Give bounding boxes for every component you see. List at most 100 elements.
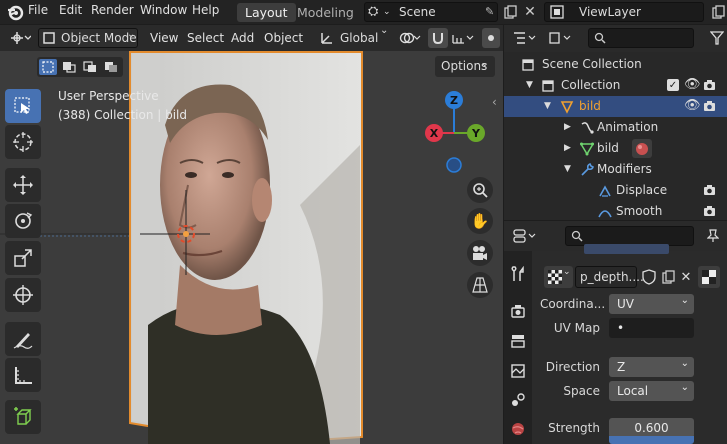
menu-view[interactable]: View (150, 28, 178, 48)
mesh-data-icon (579, 141, 595, 156)
menu-add[interactable]: Add (231, 28, 254, 48)
outliner-row-bild-object[interactable]: ▼ bild 👁 (504, 96, 727, 117)
direction-dropdown[interactable]: Z ⌄ (609, 357, 694, 377)
expand-arrow-icon[interactable]: ▼ (564, 159, 571, 180)
texture-name-field[interactable]: p_depth.... (575, 266, 644, 288)
menu-select[interactable]: Select (187, 28, 224, 48)
select-subtract-icon[interactable] (81, 59, 99, 75)
fake-user-shield-icon[interactable] (640, 268, 658, 286)
outliner-row-bild-mesh[interactable]: ▶ bild (504, 138, 727, 159)
render-tab-icon[interactable] (507, 300, 529, 322)
delete-scene-icon[interactable]: ✕ (521, 2, 539, 22)
world-tab-icon[interactable] (507, 418, 529, 440)
blender-logo-icon[interactable] (5, 2, 25, 22)
menu-help[interactable]: Help (192, 3, 219, 17)
cursor-tool[interactable] (5, 125, 41, 159)
select-extend-icon[interactable] (60, 59, 78, 75)
output-tab-icon[interactable] (507, 330, 529, 352)
scale-tool[interactable] (5, 241, 41, 275)
proportional-edit-icon[interactable] (482, 28, 500, 48)
new-scene-icon[interactable] (501, 2, 519, 22)
scene-selector[interactable]: ⛭ ⌄ Scene ✎ (364, 2, 498, 22)
zoom-icon[interactable] (467, 177, 493, 203)
gizmo-y-axis[interactable]: Y (467, 124, 485, 142)
strength-slider[interactable]: 0.600 (609, 418, 694, 438)
move-tool[interactable] (5, 168, 41, 202)
measure-tool[interactable] (5, 358, 41, 392)
texture-browse-button[interactable]: ⌄ (544, 266, 573, 288)
duplicate-texture-icon[interactable] (659, 268, 677, 286)
outliner-row-displace[interactable]: Displace (504, 180, 727, 201)
add-cube-tool[interactable] (5, 400, 41, 434)
collapse-arrow-icon[interactable]: ▶ (564, 117, 571, 138)
properties-editor-type-icon[interactable] (510, 226, 540, 246)
tab-layout[interactable]: Layout (237, 3, 296, 22)
perspective-toggle-icon[interactable] (467, 272, 493, 298)
camera-render-icon[interactable] (702, 204, 716, 218)
transform-orientation-selector[interactable]: Global ⌄ (318, 25, 390, 48)
pan-hand-icon[interactable]: ✋ (467, 208, 493, 234)
outliner-row-smooth[interactable]: Smooth (504, 201, 727, 222)
options-button[interactable]: Options ⌄ (435, 56, 495, 77)
outliner-row-collection[interactable]: ▼ Collection ✓ 👁 (504, 75, 727, 96)
chevron-down-icon: ⌄ (480, 58, 489, 69)
orientation-icon (318, 30, 336, 46)
expand-arrow-icon[interactable]: ▼ (526, 75, 533, 96)
menu-edit[interactable]: Edit (59, 3, 82, 17)
select-new-icon[interactable] (39, 59, 57, 75)
uv-map-field[interactable]: • (609, 318, 694, 338)
outliner-label: bild (579, 99, 601, 113)
select-box-tool[interactable] (5, 89, 41, 123)
snap-target-icon[interactable] (450, 28, 476, 48)
outliner-row-modifiers[interactable]: ▼ Modifiers (504, 159, 727, 180)
scene-tab-icon[interactable] (507, 389, 529, 411)
annotate-tool[interactable] (5, 322, 41, 356)
chevron-down-icon: ⌄ (563, 267, 571, 277)
sidebar-toggle-icon[interactable]: ‹ (492, 95, 497, 109)
gizmo-negative-z[interactable] (446, 157, 462, 173)
camera-render-icon[interactable] (702, 99, 716, 113)
expand-arrow-icon[interactable]: ▼ (544, 96, 551, 117)
properties-search-input[interactable] (565, 226, 694, 246)
menu-file[interactable]: File (28, 3, 48, 17)
space-dropdown[interactable]: Local ⌄ (609, 381, 694, 401)
view-layer-name: ViewLayer (579, 5, 641, 19)
menu-window[interactable]: Window (140, 3, 187, 17)
camera-render-icon[interactable] (702, 183, 716, 197)
display-mode-icon[interactable] (545, 28, 575, 48)
filter-icon[interactable] (708, 28, 726, 48)
gizmo-z-axis[interactable]: Z (445, 91, 463, 109)
tab-modeling[interactable]: Modeling (289, 3, 362, 22)
collapse-arrow-icon[interactable]: ▶ (564, 138, 571, 159)
transform-tool[interactable] (5, 278, 41, 312)
mode-selector[interactable]: Object Mode ⌄ (38, 28, 138, 48)
view-layer-selector[interactable]: ViewLayer (544, 2, 704, 22)
gizmo-x-axis[interactable]: X (425, 124, 443, 142)
pin-icon[interactable]: ✎ (485, 3, 494, 21)
eye-icon[interactable]: 👁 (684, 95, 701, 116)
outliner-editor-type-icon[interactable] (510, 28, 540, 48)
pin-icon[interactable] (704, 226, 722, 246)
rotate-tool[interactable] (5, 204, 41, 238)
material-icon[interactable] (632, 139, 652, 158)
direction-label: Direction (545, 360, 600, 374)
snap-icon[interactable] (428, 28, 448, 48)
editor-type-icon[interactable] (5, 28, 35, 48)
texture-properties-icon[interactable] (698, 266, 720, 288)
menu-render[interactable]: Render (91, 3, 134, 17)
view-layer-tab-icon[interactable] (507, 360, 529, 382)
include-checkbox[interactable]: ✓ (667, 79, 679, 91)
outliner-row-scene-collection[interactable]: Scene Collection (504, 54, 727, 75)
pivot-point-icon[interactable] (397, 28, 423, 48)
camera-view-icon[interactable] (467, 240, 493, 266)
coordinates-dropdown[interactable]: UV ⌄ (609, 294, 694, 314)
outliner-row-animation[interactable]: ▶ Animation (504, 117, 727, 138)
outliner-search-input[interactable] (588, 28, 694, 48)
eye-icon[interactable]: 👁 (684, 74, 701, 95)
select-invert-icon[interactable] (102, 59, 120, 75)
camera-render-icon[interactable] (702, 78, 716, 92)
new-view-layer-icon[interactable] (709, 2, 727, 22)
unlink-texture-icon[interactable]: ✕ (678, 268, 694, 286)
menu-object[interactable]: Object (264, 28, 303, 48)
tool-tab-icon[interactable] (507, 263, 529, 285)
